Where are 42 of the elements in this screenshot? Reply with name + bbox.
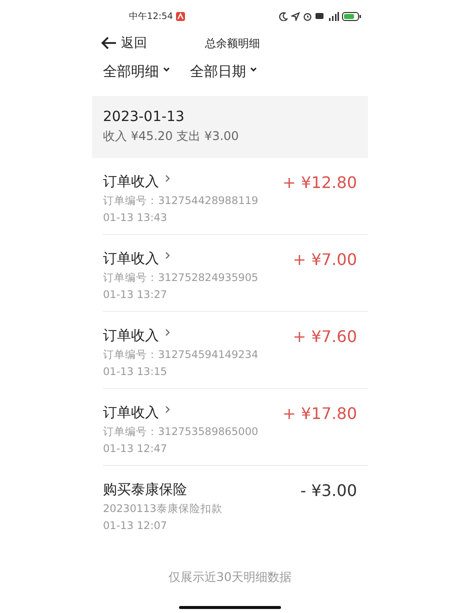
record-title: 订单收入 [103,327,159,345]
day-summary: 收入 ¥45.20 支出 ¥3.00 [103,128,240,145]
battery-icon [342,12,362,20]
caret-icon [250,66,257,72]
app-icon [176,12,185,20]
record-time: 01-13 13:27 [103,288,168,303]
footer-note: 仅展示近30天明细数据 [167,569,293,586]
amount-text: + ¥7.00 [292,250,357,268]
alarm-icon [303,12,312,20]
record-detail: 20230113泰康保险扣款 [103,502,224,517]
record-detail: 订单编号：312753589865000 [103,425,260,440]
amount-text: + ¥12.80 [282,172,357,192]
page-title: 总余额明细 [205,36,260,50]
chevron-icon [165,175,170,182]
record-title: 订单收入 [103,250,159,268]
amount-text: - ¥3.00 [300,480,357,500]
date-heading: 2023-01-13 [103,108,186,127]
record-time: 01-13 12:47 [103,442,168,457]
record-title: 购买泰康保险 [103,481,187,499]
record-title: 订单收入 [103,173,159,191]
amount-text: + ¥17.80 [282,404,357,422]
moon-icon [279,12,288,20]
record-detail: 订单编号：312752824935905 [103,271,260,286]
record-detail: 订单编号：312754594149234 [103,348,260,363]
record-time: 01-13 13:43 [103,211,168,226]
record-time: 01-13 12:07 [103,519,168,534]
record-time: 01-13 13:15 [103,365,168,380]
filter-dropdown[interactable]: 全部日期 [190,62,257,82]
amount-text: + ¥7.60 [292,326,357,346]
clock-time: 中午12:54 [129,10,173,22]
location-icon [291,12,300,20]
filter-dropdown[interactable]: 全部明细 [103,62,170,82]
signal-icon [327,12,339,20]
record-detail: 订单编号：312754428988119 [103,194,260,209]
chevron-icon [165,252,170,259]
card-icon [315,12,324,20]
caret-icon [163,66,170,72]
chevron-icon [165,329,170,336]
record-title: 订单收入 [103,404,159,422]
back-button[interactable]: 返回 [101,34,147,52]
back-arrow-icon [101,36,117,50]
chevron-icon [165,406,170,413]
